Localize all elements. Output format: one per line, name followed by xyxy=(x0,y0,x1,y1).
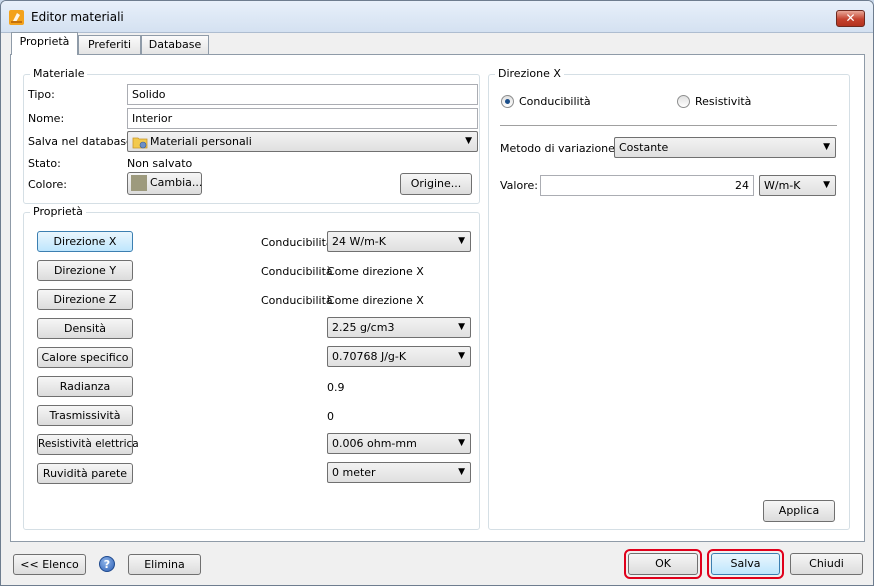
trasmissivita-value: 0 xyxy=(327,410,334,423)
chevron-down-icon: ▼ xyxy=(458,438,465,448)
ruvidita-parete-button[interactable]: Ruvidità parete xyxy=(37,463,133,484)
stato-label: Stato: xyxy=(28,157,61,170)
resistivita-elettrica-select[interactable]: 0.006 ohm-mm ▼ xyxy=(327,433,471,454)
salva-button[interactable]: Salva xyxy=(711,553,780,575)
direzione-z-button[interactable]: Direzione Z xyxy=(37,289,133,310)
chiudi-button[interactable]: Chiudi xyxy=(790,553,863,575)
resistivita-elettrica-button[interactable]: Resistività elettrica xyxy=(37,434,139,455)
chevron-down-icon: ▼ xyxy=(823,142,830,152)
cambia-label: Cambia... xyxy=(150,176,203,189)
folder-icon xyxy=(132,137,148,149)
conducibilita-y-value: Come direzione X xyxy=(327,265,424,278)
conducibilita-radio[interactable] xyxy=(501,95,514,108)
close-icon: ✕ xyxy=(845,11,856,25)
chevron-down-icon: ▼ xyxy=(458,236,465,246)
divider xyxy=(500,125,837,126)
conducibilita-z-value: Come direzione X xyxy=(327,294,424,307)
database-select[interactable]: Materiali personali ▼ xyxy=(127,131,478,152)
conducibilita-y-caption: Conducibilità xyxy=(261,265,333,278)
direzione-x-button[interactable]: Direzione X xyxy=(37,231,133,252)
help-icon[interactable]: ? xyxy=(99,556,115,572)
tab-database[interactable]: Database xyxy=(141,35,209,55)
ok-button[interactable]: OK xyxy=(628,553,698,575)
resistivita-radio-label[interactable]: Resistività xyxy=(695,95,751,108)
cambia-color-button[interactable]: Cambia... xyxy=(127,172,202,195)
densita-select[interactable]: 2.25 g/cm3 ▼ xyxy=(327,317,471,338)
chevron-down-icon: ▼ xyxy=(823,180,830,190)
color-swatch xyxy=(131,175,147,191)
editor-materiali-window: Editor materiali ✕ Proprietà Preferiti D… xyxy=(0,0,874,586)
nome-label: Nome: xyxy=(28,112,65,125)
conducibilita-z-caption: Conducibilità xyxy=(261,294,333,307)
chevron-down-icon: ▼ xyxy=(458,467,465,477)
database-label: Salva nel database: xyxy=(28,135,137,148)
close-window-button[interactable]: ✕ xyxy=(836,10,865,27)
tab-proprieta[interactable]: Proprietà xyxy=(11,32,78,55)
colore-label: Colore: xyxy=(28,178,67,191)
calore-specifico-select[interactable]: 0.70768 J/g-K ▼ xyxy=(327,346,471,367)
elenco-button[interactable]: << Elenco xyxy=(13,554,86,575)
metodo-select[interactable]: Costante ▼ xyxy=(614,137,836,158)
direzione-y-button[interactable]: Direzione Y xyxy=(37,260,133,281)
database-value: Materiali personali xyxy=(150,135,252,148)
origine-button[interactable]: Origine... xyxy=(400,173,472,195)
stato-value: Non salvato xyxy=(127,157,193,170)
chevron-down-icon: ▼ xyxy=(458,351,465,361)
valore-label: Valore: xyxy=(500,179,538,192)
calore-specifico-button[interactable]: Calore specifico xyxy=(37,347,133,368)
direzione-x-group-title: Direzione X xyxy=(495,67,564,80)
nome-field[interactable]: Interior xyxy=(127,108,478,129)
radianza-value: 0.9 xyxy=(327,381,345,394)
conducibilita-x-select[interactable]: 24 W/m-K ▼ xyxy=(327,231,471,252)
chevron-down-icon: ▼ xyxy=(458,322,465,332)
conducibilita-x-caption: Conducibilità xyxy=(261,236,333,249)
radianza-button[interactable]: Radianza xyxy=(37,376,133,397)
materiale-group-title: Materiale xyxy=(30,67,88,80)
window-title: Editor materiali xyxy=(31,10,124,24)
tipo-label: Tipo: xyxy=(28,88,55,101)
applica-button[interactable]: Applica xyxy=(763,500,835,522)
densita-button[interactable]: Densità xyxy=(37,318,133,339)
chevron-down-icon: ▼ xyxy=(465,136,472,146)
ruvidita-parete-select[interactable]: 0 meter ▼ xyxy=(327,462,471,483)
tab-preferiti[interactable]: Preferiti xyxy=(78,35,141,55)
tipo-field[interactable]: Solido xyxy=(127,84,478,105)
elimina-button[interactable]: Elimina xyxy=(128,554,201,575)
resistivita-radio[interactable] xyxy=(677,95,690,108)
trasmissivita-button[interactable]: Trasmissività xyxy=(37,405,133,426)
title-bar[interactable]: Editor materiali ✕ xyxy=(1,1,873,33)
valore-field[interactable]: 24 xyxy=(540,175,754,196)
tab-panel-proprieta: Materiale Tipo: Solido Nome: Interior Sa… xyxy=(10,54,865,542)
proprieta-group-title: Proprietà xyxy=(30,205,86,218)
metodo-label: Metodo di variazione: xyxy=(500,142,619,155)
conducibilita-radio-label[interactable]: Conducibilità xyxy=(519,95,591,108)
unit-select[interactable]: W/m-K ▼ xyxy=(759,175,836,196)
app-icon xyxy=(9,10,24,25)
